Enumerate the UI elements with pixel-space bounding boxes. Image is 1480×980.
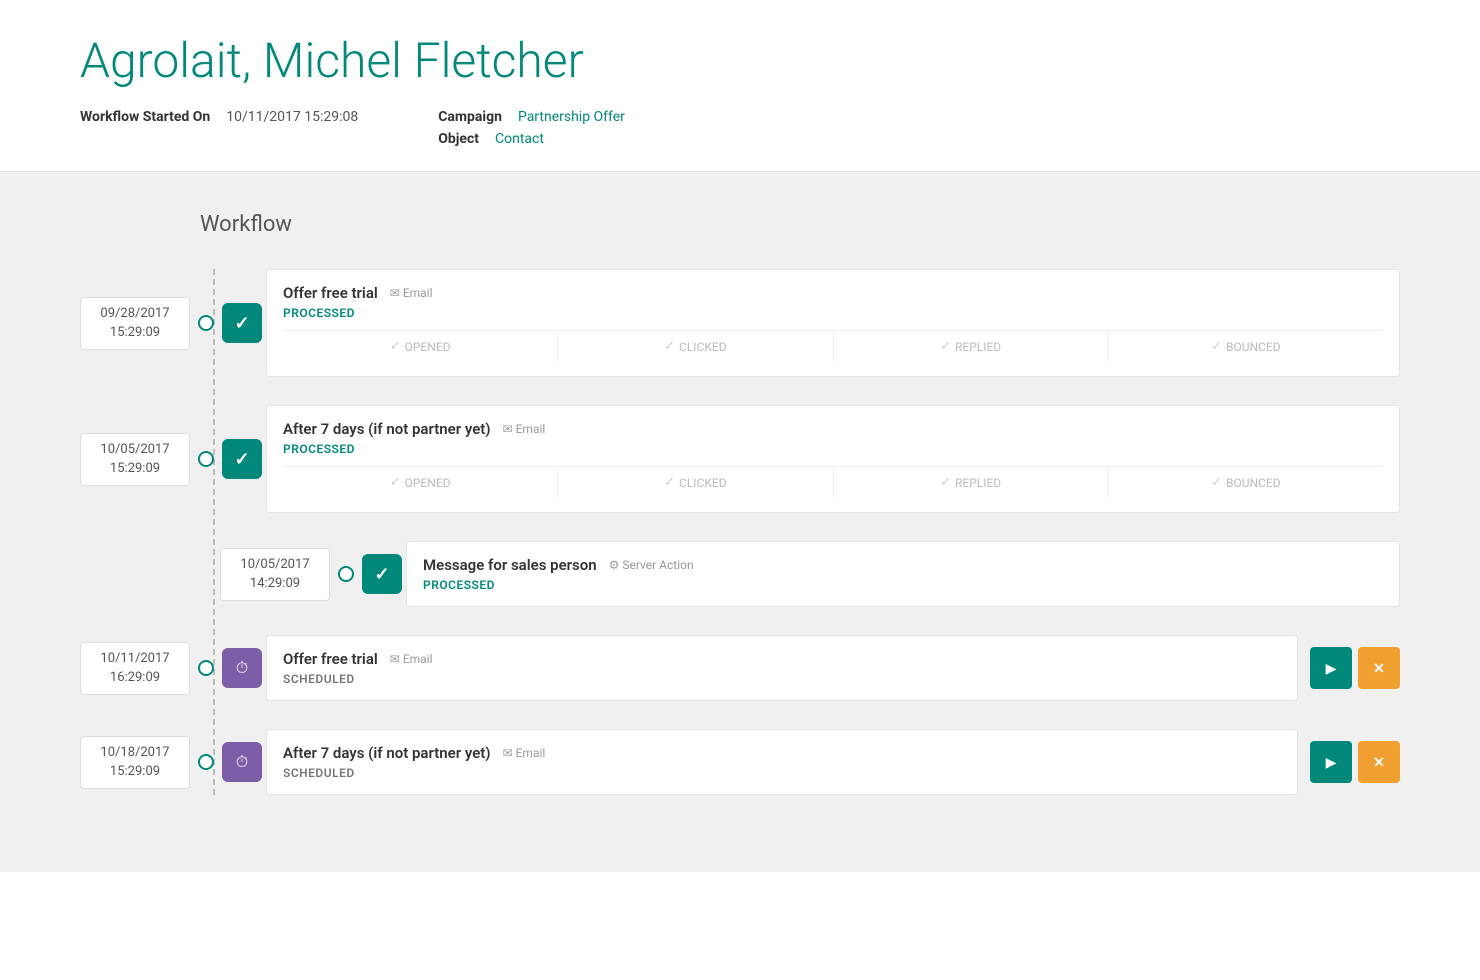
action-card-2: After 7 days (if not partner yet) ✉ Emai…: [266, 405, 1400, 513]
action-card-3: Message for sales person ⚙ Server Action…: [406, 541, 1400, 607]
action-card-4: Offer free trial ✉ Email SCHEDULED: [266, 635, 1298, 701]
action-type-4: ✉ Email: [390, 652, 433, 666]
timeline-row-1: 09/28/201715:29:09 ✓ Offer free trial ✉ …: [80, 269, 1400, 377]
campaign-row: Campaign Partnership Offer: [438, 109, 625, 125]
object-link[interactable]: Contact: [495, 131, 544, 147]
stat-opened-1: ✓ OPENED: [283, 331, 558, 362]
object-label: Object: [438, 131, 479, 147]
action-card-1-header: Offer free trial ✉ Email: [283, 284, 1383, 302]
action-type-5: ✉ Email: [503, 746, 546, 760]
action-icon-4: ⏱: [222, 648, 262, 688]
action-title-1: Offer free trial: [283, 284, 378, 302]
campaign-label: Campaign: [438, 109, 502, 125]
stat-opened-2: ✓ OPENED: [283, 467, 558, 498]
action-buttons-5: ▶ ✕: [1310, 741, 1400, 783]
workflow-started: Workflow Started On 10/11/2017 15:29:08: [80, 109, 358, 125]
timeline-dot-1: [198, 315, 214, 331]
object-row: Object Contact: [438, 131, 625, 147]
timeline-dot-5: [198, 754, 214, 770]
timeline-dot-4: [198, 660, 214, 676]
status-badge-4: SCHEDULED: [283, 672, 1281, 686]
clock-icon-4: ⏱: [236, 658, 248, 678]
action-card-3-header: Message for sales person ⚙ Server Action: [423, 556, 1383, 574]
check-icon-2: ✓: [234, 449, 249, 470]
workflow-started-value: 10/11/2017 15:29:08: [226, 109, 358, 125]
date-box-4: 10/11/201716:29:09: [80, 642, 190, 695]
meta-row: Workflow Started On 10/11/2017 15:29:08 …: [80, 109, 1400, 147]
action-title-5: After 7 days (if not partner yet): [283, 744, 491, 762]
stat-clicked-2: ✓ CLICKED: [558, 467, 833, 498]
play-button-5[interactable]: ▶: [1310, 741, 1352, 783]
check-icon-3: ✓: [374, 564, 389, 585]
workflow-section: Workflow 09/28/201715:29:09 ✓ Offer free…: [0, 172, 1480, 872]
action-title-3: Message for sales person: [423, 556, 597, 574]
timeline-row-4: 10/11/201716:29:09 ⏱ Offer free trial ✉ …: [80, 635, 1400, 701]
cancel-button-5[interactable]: ✕: [1358, 741, 1400, 783]
check-icon-1: ✓: [234, 313, 249, 334]
date-box-2: 10/05/201715:29:09: [80, 433, 190, 486]
timeline: 09/28/201715:29:09 ✓ Offer free trial ✉ …: [80, 269, 1400, 795]
date-box-1: 09/28/201715:29:09: [80, 297, 190, 350]
action-type-3: ⚙ Server Action: [609, 558, 694, 572]
action-card-1: Offer free trial ✉ Email PROCESSED ✓ OPE…: [266, 269, 1400, 377]
action-stats-1: ✓ OPENED ✓ CLICKED ✓ REPLIED ✓ BOUNCED: [283, 330, 1383, 362]
stat-bounced-1: ✓ BOUNCED: [1109, 331, 1383, 362]
timeline-dot-3: [338, 566, 354, 582]
action-title-2: After 7 days (if not partner yet): [283, 420, 491, 438]
action-type-1: ✉ Email: [390, 286, 433, 300]
cancel-button-4[interactable]: ✕: [1358, 647, 1400, 689]
stat-clicked-1: ✓ CLICKED: [558, 331, 833, 362]
stat-bounced-2: ✓ BOUNCED: [1109, 467, 1383, 498]
workflow-title: Workflow: [200, 212, 1400, 237]
date-box-3: 10/05/201714:29:09: [220, 548, 330, 601]
action-card-5: After 7 days (if not partner yet) ✉ Emai…: [266, 729, 1298, 795]
action-title-4: Offer free trial: [283, 650, 378, 668]
action-icon-5: ⏱: [222, 742, 262, 782]
action-icon-1: ✓: [222, 303, 262, 343]
action-stats-2: ✓ OPENED ✓ CLICKED ✓ REPLIED ✓ BOUNCED: [283, 466, 1383, 498]
status-badge-1: PROCESSED: [283, 306, 1383, 320]
action-card-5-header: After 7 days (if not partner yet) ✉ Emai…: [283, 744, 1281, 762]
action-icon-2: ✓: [222, 439, 262, 479]
status-badge-2: PROCESSED: [283, 442, 1383, 456]
timeline-dot-2: [198, 451, 214, 467]
timeline-row-5: 10/18/201715:29:09 ⏱ After 7 days (if no…: [80, 729, 1400, 795]
date-box-5: 10/18/201715:29:09: [80, 736, 190, 789]
play-button-4[interactable]: ▶: [1310, 647, 1352, 689]
action-icon-3: ✓: [362, 554, 402, 594]
timeline-row-2: 10/05/201715:29:09 ✓ After 7 days (if no…: [80, 405, 1400, 513]
stat-replied-2: ✓ REPLIED: [834, 467, 1109, 498]
workflow-started-label: Workflow Started On: [80, 109, 210, 125]
page-title: Agrolait, Michel Fletcher: [80, 32, 1400, 89]
stat-replied-1: ✓ REPLIED: [834, 331, 1109, 362]
timeline-row-3: 10/05/201714:29:09 ✓ Message for sales p…: [220, 541, 1400, 607]
campaign-object: Campaign Partnership Offer Object Contac…: [438, 109, 625, 147]
campaign-link[interactable]: Partnership Offer: [518, 109, 625, 125]
action-card-4-header: Offer free trial ✉ Email: [283, 650, 1281, 668]
clock-icon-5: ⏱: [236, 752, 248, 772]
status-badge-5: SCHEDULED: [283, 766, 1281, 780]
action-card-2-header: After 7 days (if not partner yet) ✉ Emai…: [283, 420, 1383, 438]
action-type-2: ✉ Email: [503, 422, 546, 436]
status-badge-3: PROCESSED: [423, 578, 1383, 592]
page-header: Agrolait, Michel Fletcher Workflow Start…: [0, 0, 1480, 172]
action-buttons-4: ▶ ✕: [1310, 647, 1400, 689]
